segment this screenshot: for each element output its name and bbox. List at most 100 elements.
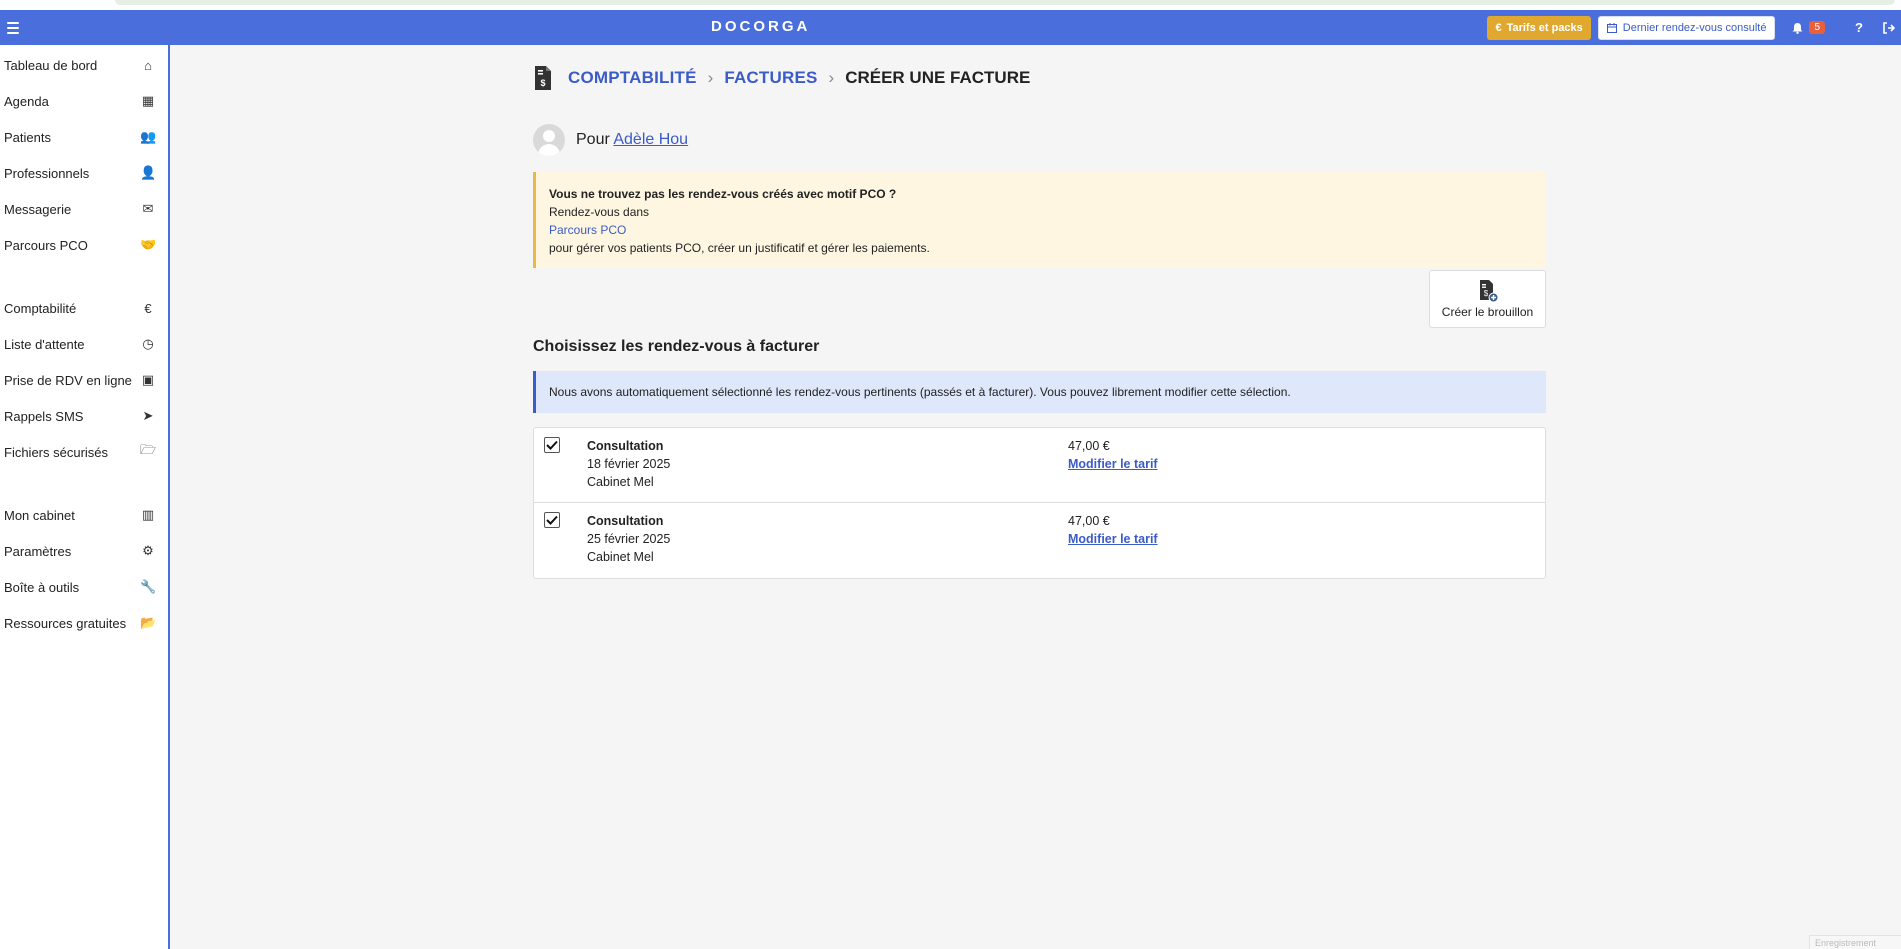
sidebar-item-handshake[interactable]: Parcours PCO 🤝 <box>0 227 168 263</box>
invoice-dollar-icon: $ <box>533 65 553 91</box>
sidebar-item-gear[interactable]: Paramètres ⚙ <box>0 533 168 569</box>
sidebar-item-folder-open[interactable]: Fichiers sécurisés 🗁 <box>0 434 168 470</box>
checkmark-icon <box>546 440 558 450</box>
hamburger-menu-icon[interactable] <box>7 19 19 35</box>
sidebar-item-label: Professionnels <box>4 165 90 181</box>
sidebar-item-wrench[interactable]: Boîte à outils 🔧 <box>0 569 168 605</box>
sidebar-item-envelope[interactable]: Messagerie ✉ <box>0 191 168 227</box>
sidebar-item-home[interactable]: Tableau de bord ⌂ <box>0 47 168 83</box>
app-logo[interactable]: DOCORGA <box>711 18 810 35</box>
breadcrumb-factures-link[interactable]: FACTURES <box>724 68 817 88</box>
envelope-icon: ✉ <box>142 201 154 216</box>
sidebar-item-label: Comptabilité <box>4 300 77 316</box>
top-navbar: DOCORGA € Tarifs et packs Dernier rendez… <box>0 10 1901 45</box>
home-icon: ⌂ <box>144 57 152 73</box>
create-draft-button[interactable]: $ Créer le brouillon <box>1429 270 1546 328</box>
sidebar-item-label: Liste d'attente <box>4 336 85 352</box>
notification-count-badge: 5 <box>1809 21 1826 34</box>
appointment-place: Cabinet Mel <box>587 550 654 564</box>
sidebar-item-euro[interactable]: Comptabilité € <box>0 290 168 326</box>
users-icon: 👥 <box>140 129 157 144</box>
recording-tag: Enregistrement <box>1809 935 1901 949</box>
info-text: Nous avons automatiquement sélectionné l… <box>549 385 1291 399</box>
sidebar-item-calendar[interactable]: Agenda ▦ <box>0 83 168 119</box>
gear-icon: ⚙ <box>142 543 154 558</box>
file-invoice-plus-icon: $ <box>1477 279 1499 303</box>
folder-open-icon: 🗁 <box>140 442 157 457</box>
modify-price-link[interactable]: Modifier le tarif <box>1068 532 1158 546</box>
avatar <box>533 124 565 156</box>
patient-prefix: Pour <box>576 131 610 148</box>
clock-icon: ◷ <box>142 336 154 351</box>
appointment-type: Consultation <box>587 514 664 528</box>
chevron-right-icon: › <box>707 68 714 87</box>
warning-text: pour gérer vos patients PCO, créer un ju… <box>549 241 930 255</box>
sidebar-item-label: Mon cabinet <box>4 507 75 523</box>
warning-text: Rendez-vous dans <box>549 205 650 219</box>
patient-name-link[interactable]: Adèle Hou <box>613 131 688 148</box>
section-title: Choisissez les rendez-vous à facturer <box>533 338 820 355</box>
svg-text:$: $ <box>1483 289 1488 298</box>
sidebar-item-label: Parcours PCO <box>4 237 88 253</box>
appointment-price: 47,00 € <box>1068 439 1110 453</box>
breadcrumb-comptabilite-link[interactable]: COMPTABILITÉ <box>568 68 697 88</box>
appointment-place: Cabinet Mel <box>587 475 654 489</box>
sidebar-item-label: Ressources gratuites <box>4 615 127 631</box>
folder-icon: 📂 <box>140 615 157 630</box>
appointment-type: Consultation <box>587 439 664 453</box>
sidebar-separator <box>0 263 168 290</box>
warning-title: Vous ne trouvez pas les rendez-vous créé… <box>549 187 897 201</box>
breadcrumb: $ COMPTABILITÉ › FACTURES › CRÉER UNE FA… <box>533 63 1030 93</box>
modify-price-link[interactable]: Modifier le tarif <box>1068 457 1158 471</box>
sidebar-item-calendar-plus[interactable]: Prise de RDV en ligne ▣ <box>0 362 168 398</box>
sidebar-item-label: Prise de RDV en ligne <box>4 372 132 388</box>
sidebar-item-label: Fichiers sécurisés <box>4 444 109 460</box>
sidebar-item-label: Patients <box>4 129 51 145</box>
sidebar-item-label: Messagerie <box>4 201 72 217</box>
calendar-icon: ▦ <box>141 93 155 108</box>
appointment-date: 25 février 2025 <box>587 532 671 546</box>
create-draft-label: Créer le brouillon <box>1441 305 1534 319</box>
last-appointment-button[interactable]: Dernier rendez-vous consulté <box>1597 15 1776 40</box>
patient-row: Pour Adèle Hou <box>533 124 688 156</box>
page-title: CRÉER UNE FACTURE <box>845 68 1031 87</box>
logout-icon[interactable] <box>1883 21 1895 34</box>
list-item: Consultation 25 février 2025 Cabinet Mel… <box>534 503 1545 578</box>
tarifs-packs-label: Tarifs et packs <box>1506 21 1583 34</box>
handshake-icon: 🤝 <box>140 237 157 252</box>
appointment-checkbox[interactable] <box>544 512 560 528</box>
checkmark-icon <box>546 515 558 525</box>
sidebar-item-label: Boîte à outils <box>4 579 80 595</box>
building-icon: ▥ <box>141 507 155 522</box>
sidebar-item-building[interactable]: Mon cabinet ▥ <box>0 497 168 533</box>
appointment-list: Consultation 18 février 2025 Cabinet Mel… <box>533 427 1546 579</box>
sidebar: Tableau de bord ⌂ Agenda ▦ Patients 👥 Professi… <box>0 45 170 949</box>
last-appointment-label: Dernier rendez-vous consulté <box>1622 21 1767 34</box>
sidebar-item-paper-plane[interactable]: Rappels SMS ➤ <box>0 398 168 434</box>
sidebar-item-clock[interactable]: Liste d'attente ◷ <box>0 326 168 362</box>
sidebar-separator <box>0 470 168 497</box>
sidebar-item-label: Rappels SMS <box>4 408 84 424</box>
chevron-right-icon: › <box>828 68 835 87</box>
main-content: $ COMPTABILITÉ › FACTURES › CRÉER UNE FA… <box>172 45 1901 949</box>
parcours-pco-link[interactable]: Parcours PCO <box>549 221 1533 239</box>
sidebar-item-users[interactable]: Patients 👥 <box>0 119 168 155</box>
paper-plane-icon: ➤ <box>142 408 154 423</box>
browser-tab-strip <box>115 0 1895 5</box>
wrench-icon: 🔧 <box>140 579 157 594</box>
sidebar-item-label: Paramètres <box>4 543 72 559</box>
sidebar-item-folder[interactable]: Ressources gratuites 📂 <box>0 605 168 641</box>
euro-circle-icon: € <box>1495 21 1502 34</box>
list-item: Consultation 18 février 2025 Cabinet Mel… <box>534 428 1545 503</box>
bell-icon[interactable] <box>1792 22 1803 34</box>
help-icon[interactable]: ? <box>1855 20 1863 35</box>
sidebar-item-user-doctor[interactable]: Professionnels 👤 <box>0 155 168 191</box>
sidebar-item-label: Agenda <box>4 93 49 109</box>
sidebar-item-label: Tableau de bord <box>4 57 98 73</box>
user-doctor-icon: 👤 <box>140 165 157 180</box>
tarifs-packs-button[interactable]: € Tarifs et packs <box>1487 15 1591 40</box>
appointment-checkbox[interactable] <box>544 437 560 453</box>
appointment-price: 47,00 € <box>1068 514 1110 528</box>
pco-warning-alert: Vous ne trouvez pas les rendez-vous créé… <box>533 172 1546 268</box>
svg-text:$: $ <box>540 78 545 88</box>
